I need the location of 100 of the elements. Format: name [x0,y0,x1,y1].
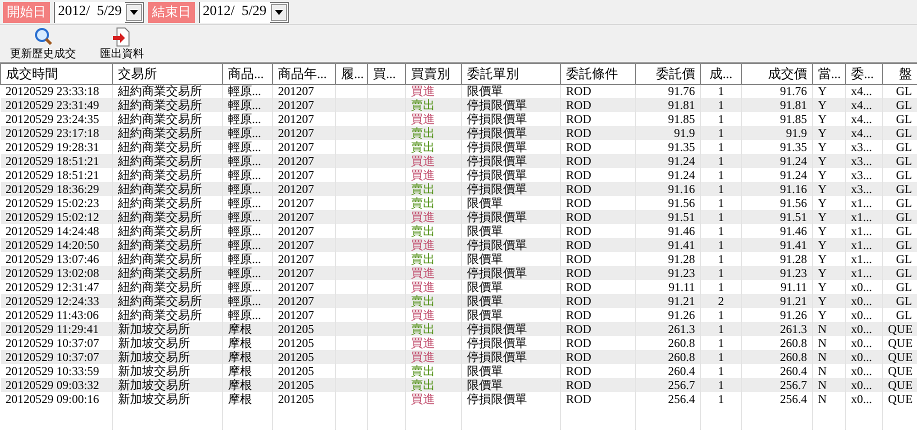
column-header[interactable]: 商品... [222,64,272,84]
table-cell: 輕原... [222,98,272,112]
table-cell: 20120529 12:24:33 [0,294,112,308]
table-cell: 91.24 [742,154,812,168]
date-field[interactable]: 2012/ 5/29 [198,2,289,22]
table-cell: 輕原... [222,182,272,196]
toolbar-button[interactable]: 匯出資料 [96,27,148,60]
column-header[interactable]: 買... [368,64,406,84]
table-cell: 91.23 [742,266,812,280]
table-cell: 買進 [406,392,462,406]
table-cell: 261.3 [636,322,700,336]
dropdown-button[interactable] [126,4,142,20]
table-cell: ROD [560,98,636,112]
table-cell: 賣出 [406,126,462,140]
table-cell: 摩根 [222,350,272,364]
table-cell: 201207 [272,182,336,196]
table-cell: ROD [560,238,636,252]
caret-icon [130,10,138,14]
table-cell: 停損限價單 [462,322,560,336]
table-cell: 91.51 [742,210,812,224]
table-cell: QUE [882,392,917,406]
table-cell: 201205 [272,378,336,392]
table-cell: 91.21 [636,294,700,308]
table-cell: 1 [700,154,742,168]
table-cell: 賣出 [406,322,462,336]
table-cell: 91.41 [636,238,700,252]
column-header[interactable]: 委託單別 [462,64,560,84]
table-cell: 91.51 [636,210,700,224]
table-cell: 新加坡交易所 [112,350,222,364]
column-header[interactable]: 交易所 [112,64,222,84]
table-cell: 1 [700,322,742,336]
table-cell: 紐約商業交易所 [112,266,222,280]
table-cell: 新加坡交易所 [112,378,222,392]
table-cell: x0... [846,350,882,364]
column-header[interactable]: 委託條件 [560,64,636,84]
table-cell: 1 [700,378,742,392]
table-cell: 20120529 18:51:21 [0,154,112,168]
dropdown-button[interactable] [270,4,287,20]
table-cell: x1... [846,238,882,252]
table-cell: 摩根 [222,392,272,406]
table-cell: x4... [846,126,882,140]
table-cell: GL [882,266,917,280]
table-cell: GL [882,294,917,308]
table-cell: 摩根 [222,322,272,336]
table-cell: 輕原... [222,154,272,168]
table-cell: 20120529 23:31:49 [0,98,112,112]
table-cell: Y [812,126,846,140]
table-cell: 限價單 [462,294,560,308]
table-cell: 停損限價單 [462,238,560,252]
table-cell: ROD [560,266,636,280]
table-cell: 紐約商業交易所 [112,238,222,252]
column-header[interactable]: 成... [700,64,742,84]
table-cell: x3... [846,154,882,168]
table-cell: 買進 [406,266,462,280]
table-cell: 256.4 [742,392,812,406]
table-cell: 91.23 [636,266,700,280]
table-cell: 紐約商業交易所 [112,210,222,224]
column-header[interactable]: 成交時間 [0,64,112,84]
table-cell: ROD [560,294,636,308]
toolbar-button[interactable]: 更新歷史成交 [6,27,80,60]
table-cell: 20120529 13:02:08 [0,266,112,280]
table-cell: 91.81 [636,98,700,112]
table-cell: 91.16 [636,182,700,196]
table-cell: 20120529 23:17:18 [0,126,112,140]
column-header[interactable]: 盤 [882,64,917,84]
column-header[interactable]: 成交價 [742,64,812,84]
table-cell: 201207 [272,210,336,224]
table-cell: Y [812,182,846,196]
table-cell: 賣出 [406,182,462,196]
caret-icon [274,10,283,14]
column-header[interactable]: 履... [336,64,368,84]
table-cell: ROD [560,350,636,364]
column-header[interactable]: 當... [812,64,846,84]
table-cell: 1 [700,126,742,140]
table-cell: 輕原... [222,266,272,280]
table-cell: 1 [700,350,742,364]
table-cell: 紐約商業交易所 [112,294,222,308]
column-header[interactable]: 委託價 [636,64,700,84]
column-header[interactable]: 買賣別 [406,64,462,84]
table-cell: 20120529 14:20:50 [0,238,112,252]
table-cell: x0... [846,378,882,392]
table-cell: x3... [846,182,882,196]
table-cell: 91.9 [742,126,812,140]
table-cell: 紐約商業交易所 [112,154,222,168]
table-cell: 201207 [272,238,336,252]
table-cell: x4... [846,98,882,112]
column-header[interactable]: 商品年... [272,64,336,84]
table-cell: 買進 [406,238,462,252]
table-cell: 91.24 [636,154,700,168]
table-cell: 256.4 [636,392,700,406]
document-arrow-icon [112,27,132,47]
table-cell: 賣出 [406,98,462,112]
date-field[interactable]: 2012/ 5/29 [54,2,144,22]
table-cell: x0... [846,294,882,308]
table-cell: 20120529 11:29:41 [0,322,112,336]
table-cell: 1 [700,98,742,112]
table-cell: ROD [560,322,636,336]
column-header[interactable]: 委... [846,64,882,84]
table-cell: 261.3 [742,322,812,336]
table-cell: x1... [846,266,882,280]
